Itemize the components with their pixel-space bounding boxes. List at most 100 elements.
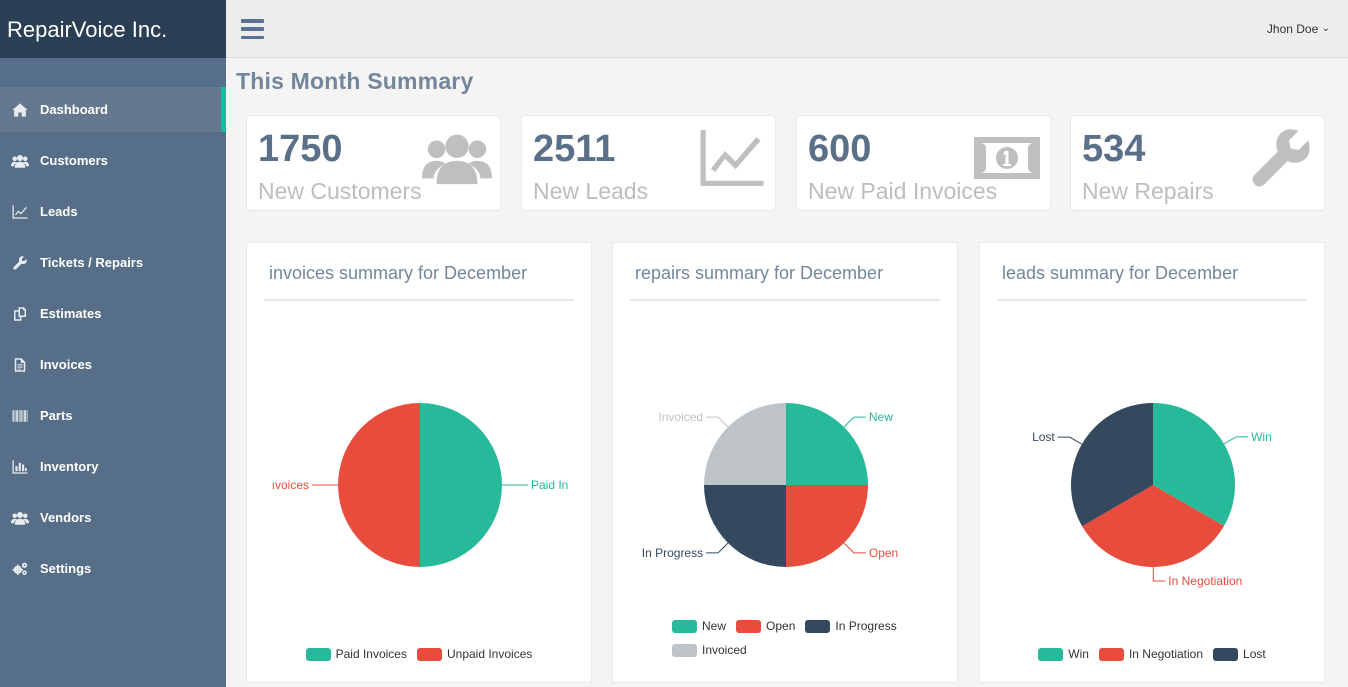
sidebar-item-label: Dashboard (40, 102, 108, 117)
legend-label: Win (1068, 647, 1089, 661)
legend-label: In Progress (835, 619, 897, 633)
cogs-icon (10, 560, 30, 578)
sidebar-item-label: Inventory (40, 459, 99, 474)
pie-slice-new[interactable] (786, 403, 868, 485)
sidebar-item-label: Invoices (40, 357, 93, 372)
file-text-icon (10, 356, 30, 374)
sidebar-item-inventory[interactable]: Inventory (0, 444, 226, 489)
sidebar-item-label: Settings (40, 561, 92, 576)
slice-callout-label: Paid In (531, 478, 568, 492)
legend-swatch (736, 619, 762, 633)
stat-tile: 600 New Paid Invoices (796, 115, 1051, 211)
chart-legend: Win In Negotiation Lost (980, 647, 1324, 661)
user-menu[interactable]: Jhon Doe ⌄ (1267, 22, 1330, 36)
legend-item[interactable]: Win (1038, 647, 1089, 661)
sidebar-item-tickets-repairs[interactable]: Tickets / Repairs (0, 240, 226, 285)
users-icon (10, 509, 30, 527)
tile-count: 1750 (258, 128, 343, 170)
tile-count: 2511 (533, 128, 616, 170)
legend-swatch (805, 619, 831, 633)
legend-item[interactable]: In Negotiation (1098, 647, 1204, 661)
legend-label: In Negotiation (1128, 647, 1204, 661)
sidebar-item-invoices[interactable]: Invoices (0, 342, 226, 387)
sidebar-item-estimates[interactable]: Estimates (0, 291, 226, 336)
sidebar-nav: Dashboard Customers Leads Tickets / Repairs… (0, 58, 226, 591)
legend-label: Open (766, 619, 796, 633)
menu-toggle-icon[interactable] (241, 19, 264, 39)
chart-legend: Paid Invoices Unpaid Invoices (247, 647, 591, 661)
sidebar-item-label: Customers (40, 153, 108, 168)
sidebar-item-label: Tickets / Repairs (40, 255, 144, 270)
sidebar-item-leads[interactable]: Leads (0, 189, 226, 234)
wrench-icon (10, 254, 30, 272)
pie-slice-paid-invoices[interactable] (420, 403, 502, 567)
tile-label: New Paid Invoices (808, 178, 998, 204)
slice-callout-label: Win (1251, 430, 1272, 444)
legend-swatch (416, 647, 442, 661)
slice-callout-label: New (869, 410, 893, 424)
legend-item[interactable]: In Progress (805, 619, 897, 633)
legend-swatch (1098, 647, 1124, 661)
slice-callout-label: In Negotiation (1168, 574, 1242, 588)
chevron-down-icon: ⌄ (1321, 23, 1330, 34)
slice-callout-label: ıvoices (272, 478, 309, 492)
chart-panel: repairs summary for December New Open In Pr… (612, 242, 958, 683)
pie-chart: Paid In ıvoices (272, 403, 568, 567)
legend-item[interactable]: New (672, 619, 726, 633)
legend-swatch (672, 643, 697, 657)
callout-line (843, 416, 866, 428)
stat-tile: 534 New Repairs (1070, 115, 1325, 211)
tile-count: 534 (1082, 128, 1146, 170)
sidebar-item-label: Estimates (40, 306, 102, 321)
sidebar-item-label: Leads (40, 204, 78, 219)
legend-swatch (1213, 647, 1239, 661)
legend-label: Lost (1243, 647, 1266, 661)
stat-tile: 2511 New Leads (521, 115, 776, 211)
callout-line (1152, 566, 1166, 582)
tile-label: New Leads (533, 178, 649, 204)
legend-swatch (1038, 647, 1064, 661)
legend-label: Invoiced (702, 643, 747, 657)
legend-swatch (305, 647, 331, 661)
legend-label: Unpaid Invoices (446, 647, 533, 661)
slice-callout-label: In Progress (642, 546, 703, 560)
user-name: Jhon Doe (1266, 22, 1319, 36)
callout-line (706, 416, 729, 428)
line-chart-icon (10, 203, 30, 221)
page-title: This Month Summary (236, 68, 474, 94)
pie-slice-unpaid-invoices[interactable] (338, 403, 420, 567)
callout-line (1057, 436, 1083, 445)
legend-item[interactable]: Open (736, 619, 795, 633)
callout-line (843, 542, 866, 554)
line-chart-icon (697, 126, 767, 190)
chart-panel: invoices summary for December Paid In ıvoi… (246, 242, 592, 683)
sidebar-item-vendors[interactable]: Vendors (0, 495, 226, 540)
tile-count: 600 (808, 128, 872, 170)
legend-item[interactable]: Invoiced (672, 643, 747, 657)
sidebar-item-dashboard[interactable]: Dashboard (0, 87, 226, 132)
legend-item[interactable]: Paid Invoices (305, 647, 407, 661)
legend-item[interactable]: Lost (1213, 647, 1266, 661)
home-icon (10, 101, 30, 119)
legend-item[interactable]: Unpaid Invoices (416, 647, 533, 661)
top-nav: Jhon Doe ⌄ (226, 0, 1348, 58)
sidebar-item-parts[interactable]: Parts (0, 393, 226, 438)
wrench-icon (1246, 126, 1316, 190)
sidebar-item-label: Parts (40, 408, 73, 423)
brand-title[interactable]: RepairVoice Inc. (0, 0, 226, 58)
chart-legend: New Open In Progress Invoiced (613, 619, 957, 657)
tile-label: New Customers (258, 178, 422, 204)
callout-line (706, 542, 729, 554)
pie-slice-open[interactable] (786, 485, 868, 567)
sidebar-item-label: Vendors (40, 510, 92, 525)
sidebar: RepairVoice Inc. Dashboard Customers Leads… (0, 0, 226, 687)
users-icon (10, 152, 30, 170)
sidebar-item-settings[interactable]: Settings (0, 546, 226, 591)
sidebar-item-customers[interactable]: Customers (0, 138, 226, 183)
money-icon (972, 126, 1042, 190)
pie-slice-in-progress[interactable] (704, 485, 786, 567)
barcode-icon (10, 407, 30, 425)
pie-slice-invoiced[interactable] (704, 403, 786, 485)
slice-callout-label: Lost (1032, 430, 1055, 444)
slice-callout-label: Open (869, 546, 898, 560)
